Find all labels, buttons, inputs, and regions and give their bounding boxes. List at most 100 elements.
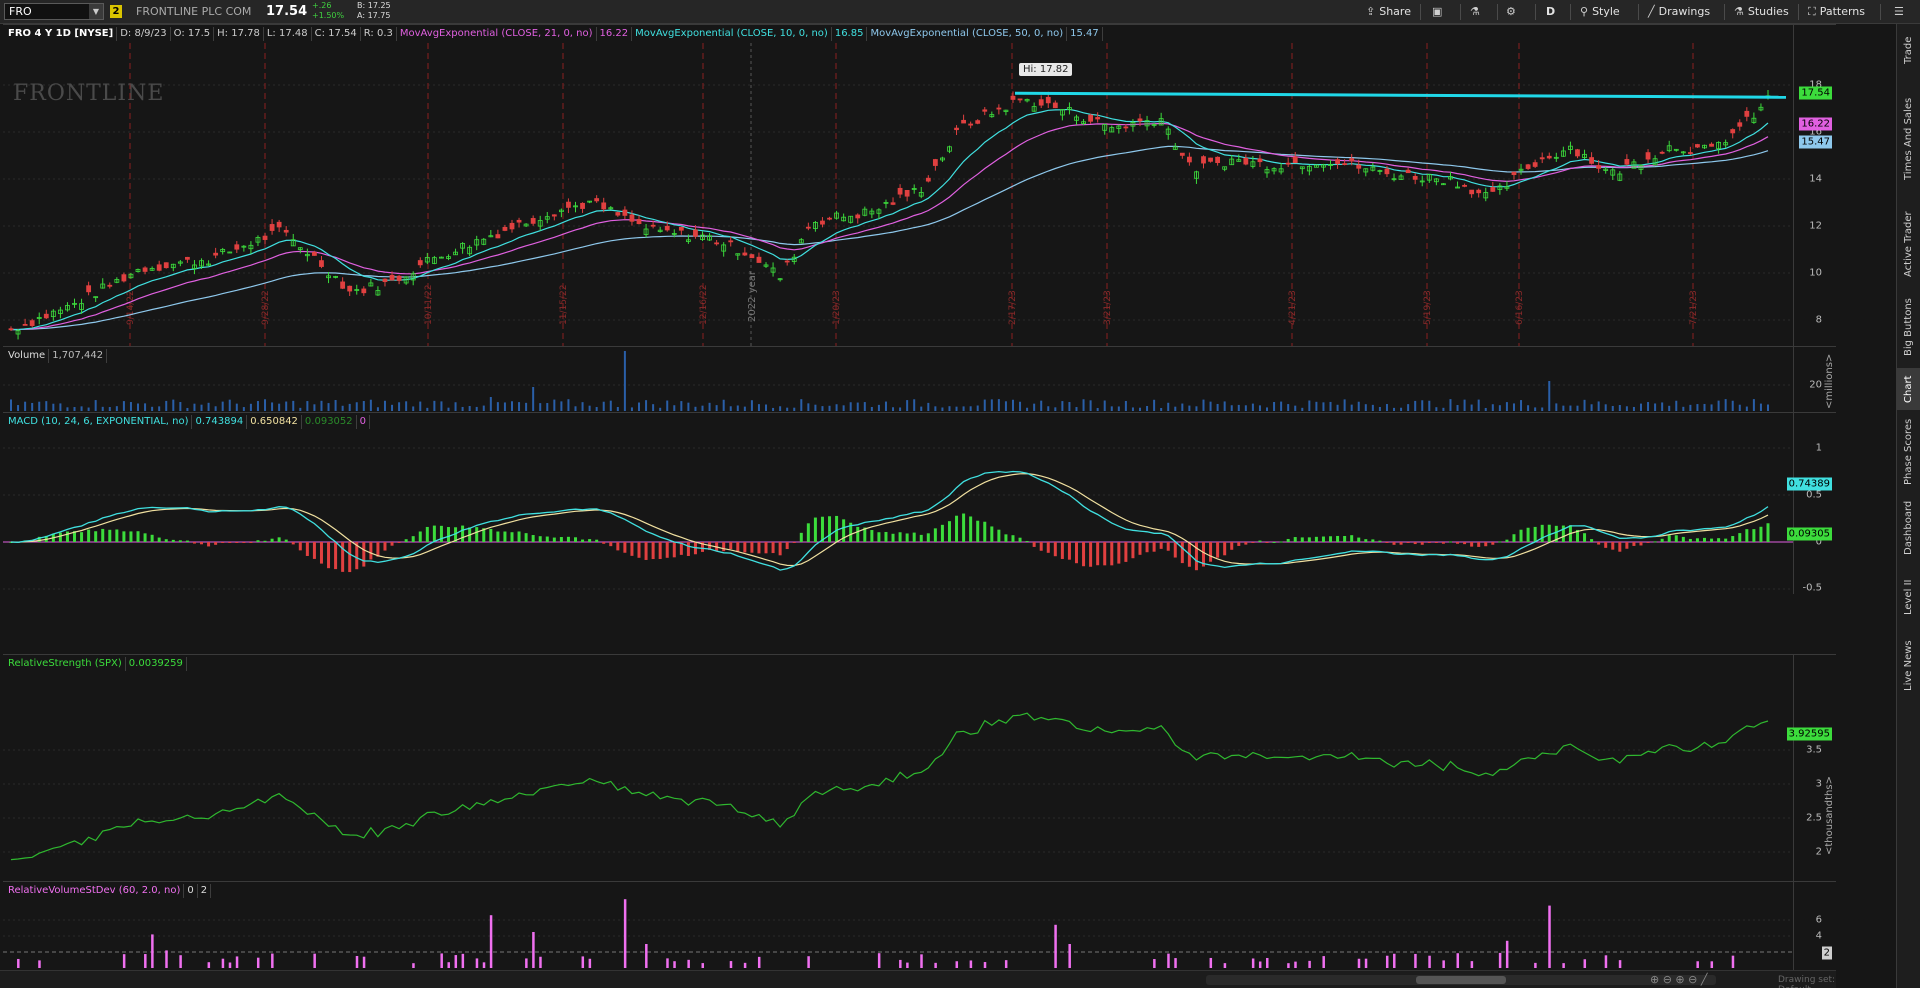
volume-bar <box>376 407 379 411</box>
side-tab-dashboard[interactable]: Dashboard <box>1897 494 1920 562</box>
y-tick: 0.5 <box>1806 489 1822 501</box>
macd-histogram-bar <box>1378 540 1382 542</box>
candle-body <box>347 285 353 292</box>
drawings-button[interactable]: ╱ Drawings <box>1648 3 1710 21</box>
candle-body <box>142 267 148 272</box>
relative-volume-panel[interactable]: RelativeVolumeStDev (60, 2.0, no) 0 2 6 … <box>3 881 1836 972</box>
volume-bar <box>835 404 838 411</box>
symbol-input[interactable]: FRO ▼ <box>4 3 104 20</box>
volume-bar <box>1357 401 1360 411</box>
side-tab-chart[interactable]: Chart <box>1897 368 1920 410</box>
volume-plot[interactable] <box>3 347 1836 413</box>
candle-body <box>1532 162 1538 167</box>
volume-bar <box>913 399 916 411</box>
volume-bar <box>327 403 330 411</box>
macd-panel[interactable]: MACD (10, 24, 6, EXPONENTIAL, no) 0.7438… <box>3 412 1836 594</box>
volume-bar <box>1682 406 1685 411</box>
volume-bar <box>405 401 408 411</box>
study-label-ema10[interactable]: MovAvgExponential (CLOSE, 10, 0, no) <box>632 27 832 41</box>
study-label-ema21[interactable]: MovAvgExponential (CLOSE, 21, 0, no) <box>396 27 597 41</box>
candle-body <box>925 177 931 182</box>
aggregation-button[interactable]: D <box>1546 3 1555 21</box>
rvsd-bar <box>122 954 126 968</box>
zoom-controls[interactable]: ⊕ ⊖ ⊕ ⊖ ╱ <box>1650 973 1707 986</box>
studies-button[interactable]: ⚗ Studies <box>1734 3 1789 21</box>
candle-body <box>1335 159 1340 165</box>
horizontal-scrollbar[interactable] <box>1206 975 1716 985</box>
volume-bar <box>383 400 386 411</box>
volume-bar <box>1414 400 1417 411</box>
candle-body <box>234 244 240 250</box>
macd-plot[interactable] <box>3 413 1836 595</box>
volume-bar <box>292 400 295 411</box>
ohlc-date: D: 8/9/23 <box>117 27 171 41</box>
macd-histogram-bar <box>461 525 465 542</box>
volume-panel[interactable]: Volume 1,707,442 20 <millions> <box>3 346 1836 412</box>
side-tab-live-news[interactable]: Live News <box>1897 634 1920 698</box>
y-tick: 2.5 <box>1806 812 1822 824</box>
side-tab-level-ii[interactable]: Level II <box>1897 570 1920 625</box>
price-axis[interactable]: 18 16 14 12 10 8 17.54 16.22 15.47 <box>1793 25 1836 346</box>
volume-bar <box>10 399 12 411</box>
chevron-down-icon[interactable]: ▼ <box>89 4 103 19</box>
volume-bar <box>1019 401 1022 411</box>
macd-histogram-bar <box>997 529 1001 542</box>
candle-body <box>1179 152 1185 156</box>
candle-body <box>1384 168 1390 175</box>
side-tab-active-trader[interactable]: Active Trader <box>1897 202 1920 287</box>
price-plot[interactable]: 9/14/22 9/28/22 10/11/22 11/15/22 12/16/22 1/… <box>3 25 1836 347</box>
rvsd-axis[interactable]: 6 4 2 <box>1793 882 1836 972</box>
side-tab-times-and-sales[interactable]: Times And Sales <box>1897 84 1920 194</box>
event-date-label: 1/20/23 <box>832 290 842 325</box>
macd-title: MACD (10, 24, 6, EXPONENTIAL, no) <box>5 415 193 429</box>
volume-bar <box>80 406 83 411</box>
macd-histogram-bar <box>270 538 274 542</box>
menu-button[interactable]: ☰ <box>1894 3 1908 21</box>
snapshot-button[interactable]: ▣ <box>1432 3 1446 21</box>
flask-button[interactable]: ⚗ <box>1470 3 1484 21</box>
volume-bar <box>461 406 464 411</box>
macd-histogram-bar <box>722 542 726 552</box>
volume-bar <box>1724 399 1727 411</box>
candle-body <box>213 252 219 256</box>
macd-histogram-bar <box>1350 535 1354 542</box>
macd-histogram-bar <box>1441 542 1445 544</box>
side-tab-big-buttons[interactable]: Big Buttons <box>1897 294 1920 360</box>
rvsd-bar <box>1174 958 1177 968</box>
volume-bar <box>1689 404 1692 411</box>
chart-area[interactable]: 9/14/22 9/28/22 10/11/22 11/15/22 12/16/22 1/… <box>0 24 1836 988</box>
scrollbar-thumb[interactable] <box>1416 976 1506 984</box>
rvsd-bar <box>1266 957 1269 968</box>
candle-body <box>269 224 275 231</box>
ohlc-range: R: 0.3 <box>360 27 397 41</box>
candle-body <box>594 198 600 202</box>
link-group-badge[interactable]: 2 <box>110 5 122 18</box>
candle-body <box>728 240 734 243</box>
rs-plot[interactable] <box>3 655 1836 882</box>
volume-bar <box>849 402 852 411</box>
volume-bar <box>1562 405 1565 411</box>
candle-body <box>1744 110 1750 117</box>
side-tab-phase-scores[interactable]: Phase Scores <box>1897 416 1920 488</box>
side-tab-trade[interactable]: Trade <box>1897 30 1920 70</box>
style-button[interactable]: ⚲ Style <box>1580 3 1620 21</box>
macd-histogram-bar <box>1025 540 1029 542</box>
macd-axis[interactable]: 1 0.5 0 -0.5 0.74389 0.09305 <box>1786 413 1836 594</box>
volume-bar <box>779 406 782 411</box>
study-label-ema50[interactable]: MovAvgExponential (CLOSE, 50, 0, no) <box>867 27 1068 41</box>
volume-bar <box>1618 405 1621 411</box>
candle-body <box>904 189 910 197</box>
share-button[interactable]: ⇪ Share <box>1366 3 1411 21</box>
candle-body <box>1469 189 1475 195</box>
rvsd-plot[interactable] <box>3 882 1836 973</box>
volume-axis[interactable]: 20 <millions> <box>1793 347 1836 412</box>
volume-bar <box>948 406 951 411</box>
patterns-button[interactable]: ⛶ Patterns <box>1808 3 1865 21</box>
volume-bar <box>186 407 189 411</box>
volume-bar <box>158 406 161 411</box>
relative-strength-panel[interactable]: RelativeStrength (SPX) 0.0039259 3.5 3 2… <box>3 654 1836 881</box>
settings-button[interactable]: ⚙ <box>1506 3 1520 21</box>
rs-axis[interactable]: 3.5 3 2.5 2 <thousandths> 3.92595 <box>1786 655 1836 881</box>
price-panel[interactable]: 9/14/22 9/28/22 10/11/22 11/15/22 12/16/22 1/… <box>3 24 1836 347</box>
study-value-ema21: 16.22 <box>596 27 633 41</box>
